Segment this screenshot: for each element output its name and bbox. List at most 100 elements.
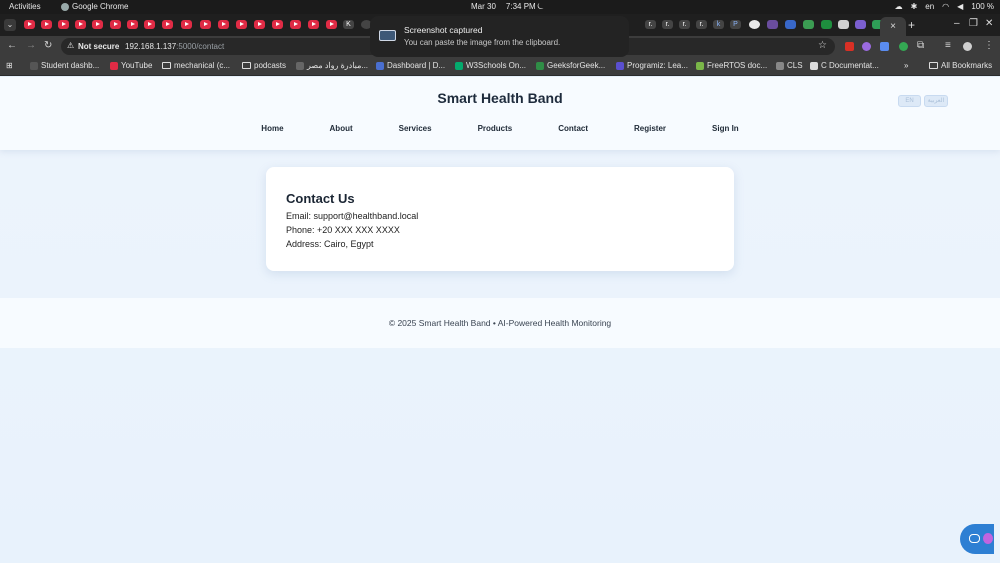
nav-products[interactable]: Products	[478, 124, 513, 133]
tab-favicon-r4[interactable]: r.	[696, 20, 707, 29]
tab-favicon-k[interactable]: K	[343, 20, 354, 29]
tab-youtube-12[interactable]	[218, 20, 229, 29]
bookmark-w3schools[interactable]: W3Schools On...	[455, 61, 526, 70]
bookmark-ruwad-misr[interactable]: مبادرة رواد مصر...	[296, 61, 368, 70]
bookmark-dashboard[interactable]: Dashboard | D...	[376, 61, 445, 70]
profile-avatar[interactable]	[963, 42, 972, 51]
tab-favicon-notes[interactable]	[855, 20, 866, 29]
tab-youtube-17[interactable]	[308, 20, 319, 29]
chrome-icon	[61, 2, 69, 11]
tab-favicon-r2[interactable]: r.	[662, 20, 673, 29]
lang-en-button[interactable]: EN	[898, 95, 921, 107]
geeksforgeeks-icon	[536, 61, 544, 70]
site-title: Smart Health Band	[437, 90, 563, 106]
programiz-icon	[616, 61, 624, 70]
url-host: 192.168.1.137	[125, 42, 177, 51]
tab-favicon-r3[interactable]: r.	[679, 20, 690, 29]
tab-search-icon[interactable]: ⌄	[4, 19, 16, 31]
extension-green-icon[interactable]	[899, 42, 908, 51]
favicon-icon	[776, 61, 784, 70]
back-icon[interactable]: ←	[7, 40, 17, 51]
reload-icon[interactable]: ↻	[44, 40, 52, 51]
active-tab[interactable]: ×	[880, 17, 906, 36]
nav-contact[interactable]: Contact	[558, 124, 588, 133]
tab-youtube-10[interactable]	[181, 20, 192, 29]
screenshot-icon	[379, 30, 396, 41]
tab-favicon-chatgpt[interactable]	[838, 20, 849, 29]
bookmarks-bar: ⊞ Student dashb... YouTube mechanical (c…	[0, 57, 1000, 76]
tab-youtube-18[interactable]	[326, 20, 337, 29]
nav-sign-in[interactable]: Sign In	[712, 124, 739, 133]
bookmark-cls[interactable]: CLS	[776, 61, 803, 70]
footer-text: © 2025 Smart Health Band • AI-Powered He…	[388, 318, 612, 328]
tab-youtube-16[interactable]	[290, 20, 301, 29]
tab-youtube-7[interactable]	[127, 20, 138, 29]
url-path: :5000/contact	[176, 42, 225, 51]
app-name: Google Chrome	[72, 2, 129, 11]
restore-icon[interactable]: ❐	[969, 18, 978, 29]
tab-youtube-3[interactable]	[58, 20, 69, 29]
bookmark-programiz[interactable]: Programiz: Lea...	[616, 61, 688, 70]
tab-youtube-5[interactable]	[92, 20, 103, 29]
apps-grid-icon[interactable]: ⊞	[6, 61, 13, 70]
tab-favicon-star[interactable]	[767, 20, 778, 29]
system-tray[interactable]: ☁ ✱ en ◠ ◀ 100 %	[895, 2, 994, 11]
nav-register[interactable]: Register	[634, 124, 666, 133]
clock[interactable]: Mar 30 7:34 PM	[471, 2, 536, 11]
extension-red-icon[interactable]	[845, 42, 854, 51]
tab-youtube-2[interactable]	[41, 20, 52, 29]
bookmark-student-dashboard[interactable]: Student dashb...	[30, 61, 99, 70]
bookmark-folder-mechanical[interactable]: mechanical (c...	[162, 61, 230, 70]
bookmark-geeksforgeeks[interactable]: GeeksforGeek...	[536, 61, 605, 70]
tab-youtube-15[interactable]	[272, 20, 283, 29]
lang-ar-button[interactable]: العربية	[924, 95, 948, 107]
tab-youtube-11[interactable]	[200, 20, 211, 29]
activities-button[interactable]: Activities	[9, 2, 41, 11]
extension-purple-icon[interactable]	[862, 42, 871, 51]
bookmark-star-icon[interactable]: ☆	[818, 40, 827, 51]
close-window-icon[interactable]: ✕	[985, 18, 993, 29]
tab-favicon-r1[interactable]: r.	[645, 20, 656, 29]
contact-address: Address: Cairo, Egypt	[286, 239, 374, 249]
tab-youtube-4[interactable]	[75, 20, 86, 29]
security-label: Not secure	[78, 42, 120, 51]
tab-close-icon[interactable]: ×	[890, 21, 896, 32]
tab-youtube-9[interactable]	[162, 20, 173, 29]
forward-icon[interactable]: →	[26, 40, 36, 51]
folder-icon	[242, 62, 251, 69]
web-page: Smart Health Band EN العربية Home About …	[0, 77, 1000, 563]
tab-favicon-meta[interactable]	[785, 20, 796, 29]
minimize-icon[interactable]: –	[954, 18, 960, 29]
extension-blue-icon[interactable]	[880, 42, 889, 51]
bookmark-folder-podcasts[interactable]: podcasts	[242, 61, 286, 70]
tab-favicon-sheets[interactable]	[821, 20, 832, 29]
tab-youtube-6[interactable]	[110, 20, 121, 29]
favicon-icon	[296, 61, 304, 70]
system-top-bar: Activities Google Chrome Mar 30 7:34 PM ⏾…	[0, 0, 1000, 14]
new-tab-icon[interactable]: +	[908, 18, 915, 32]
screenshot-notification[interactable]: Screenshot captured You can paste the im…	[370, 16, 629, 57]
chrome-menu-icon[interactable]: ⋮	[984, 40, 994, 51]
tab-favicon-google[interactable]	[749, 20, 760, 29]
chat-widget-button[interactable]	[960, 524, 994, 554]
extensions-puzzle-icon[interactable]: ⧉	[917, 40, 924, 51]
bookmark-youtube[interactable]: YouTube	[110, 61, 152, 70]
bell-icon[interactable]: ⏾	[537, 1, 544, 12]
bookmarks-overflow-icon[interactable]: »	[904, 61, 908, 70]
all-bookmarks[interactable]: All Bookmarks	[929, 61, 992, 70]
app-menu[interactable]: Google Chrome	[61, 2, 128, 11]
tab-youtube-8[interactable]	[144, 20, 155, 29]
nav-services[interactable]: Services	[399, 124, 432, 133]
nav-home[interactable]: Home	[261, 124, 283, 133]
contact-phone: Phone: +20 XXX XXX XXXX	[286, 225, 400, 235]
tab-youtube-14[interactable]	[254, 20, 265, 29]
nav-about[interactable]: About	[330, 124, 353, 133]
tab-favicon-plus[interactable]	[803, 20, 814, 29]
tab-favicon-programiz[interactable]: P	[730, 20, 741, 29]
tab-youtube-1[interactable]	[24, 20, 35, 29]
tab-youtube-13[interactable]	[236, 20, 247, 29]
tab-favicon-k2[interactable]: k	[713, 20, 724, 29]
bookmark-c-documentation[interactable]: C Documentat...	[810, 61, 879, 70]
reading-list-icon[interactable]: ≡	[945, 40, 951, 51]
bookmark-freertos[interactable]: FreeRTOS doc...	[696, 61, 767, 70]
